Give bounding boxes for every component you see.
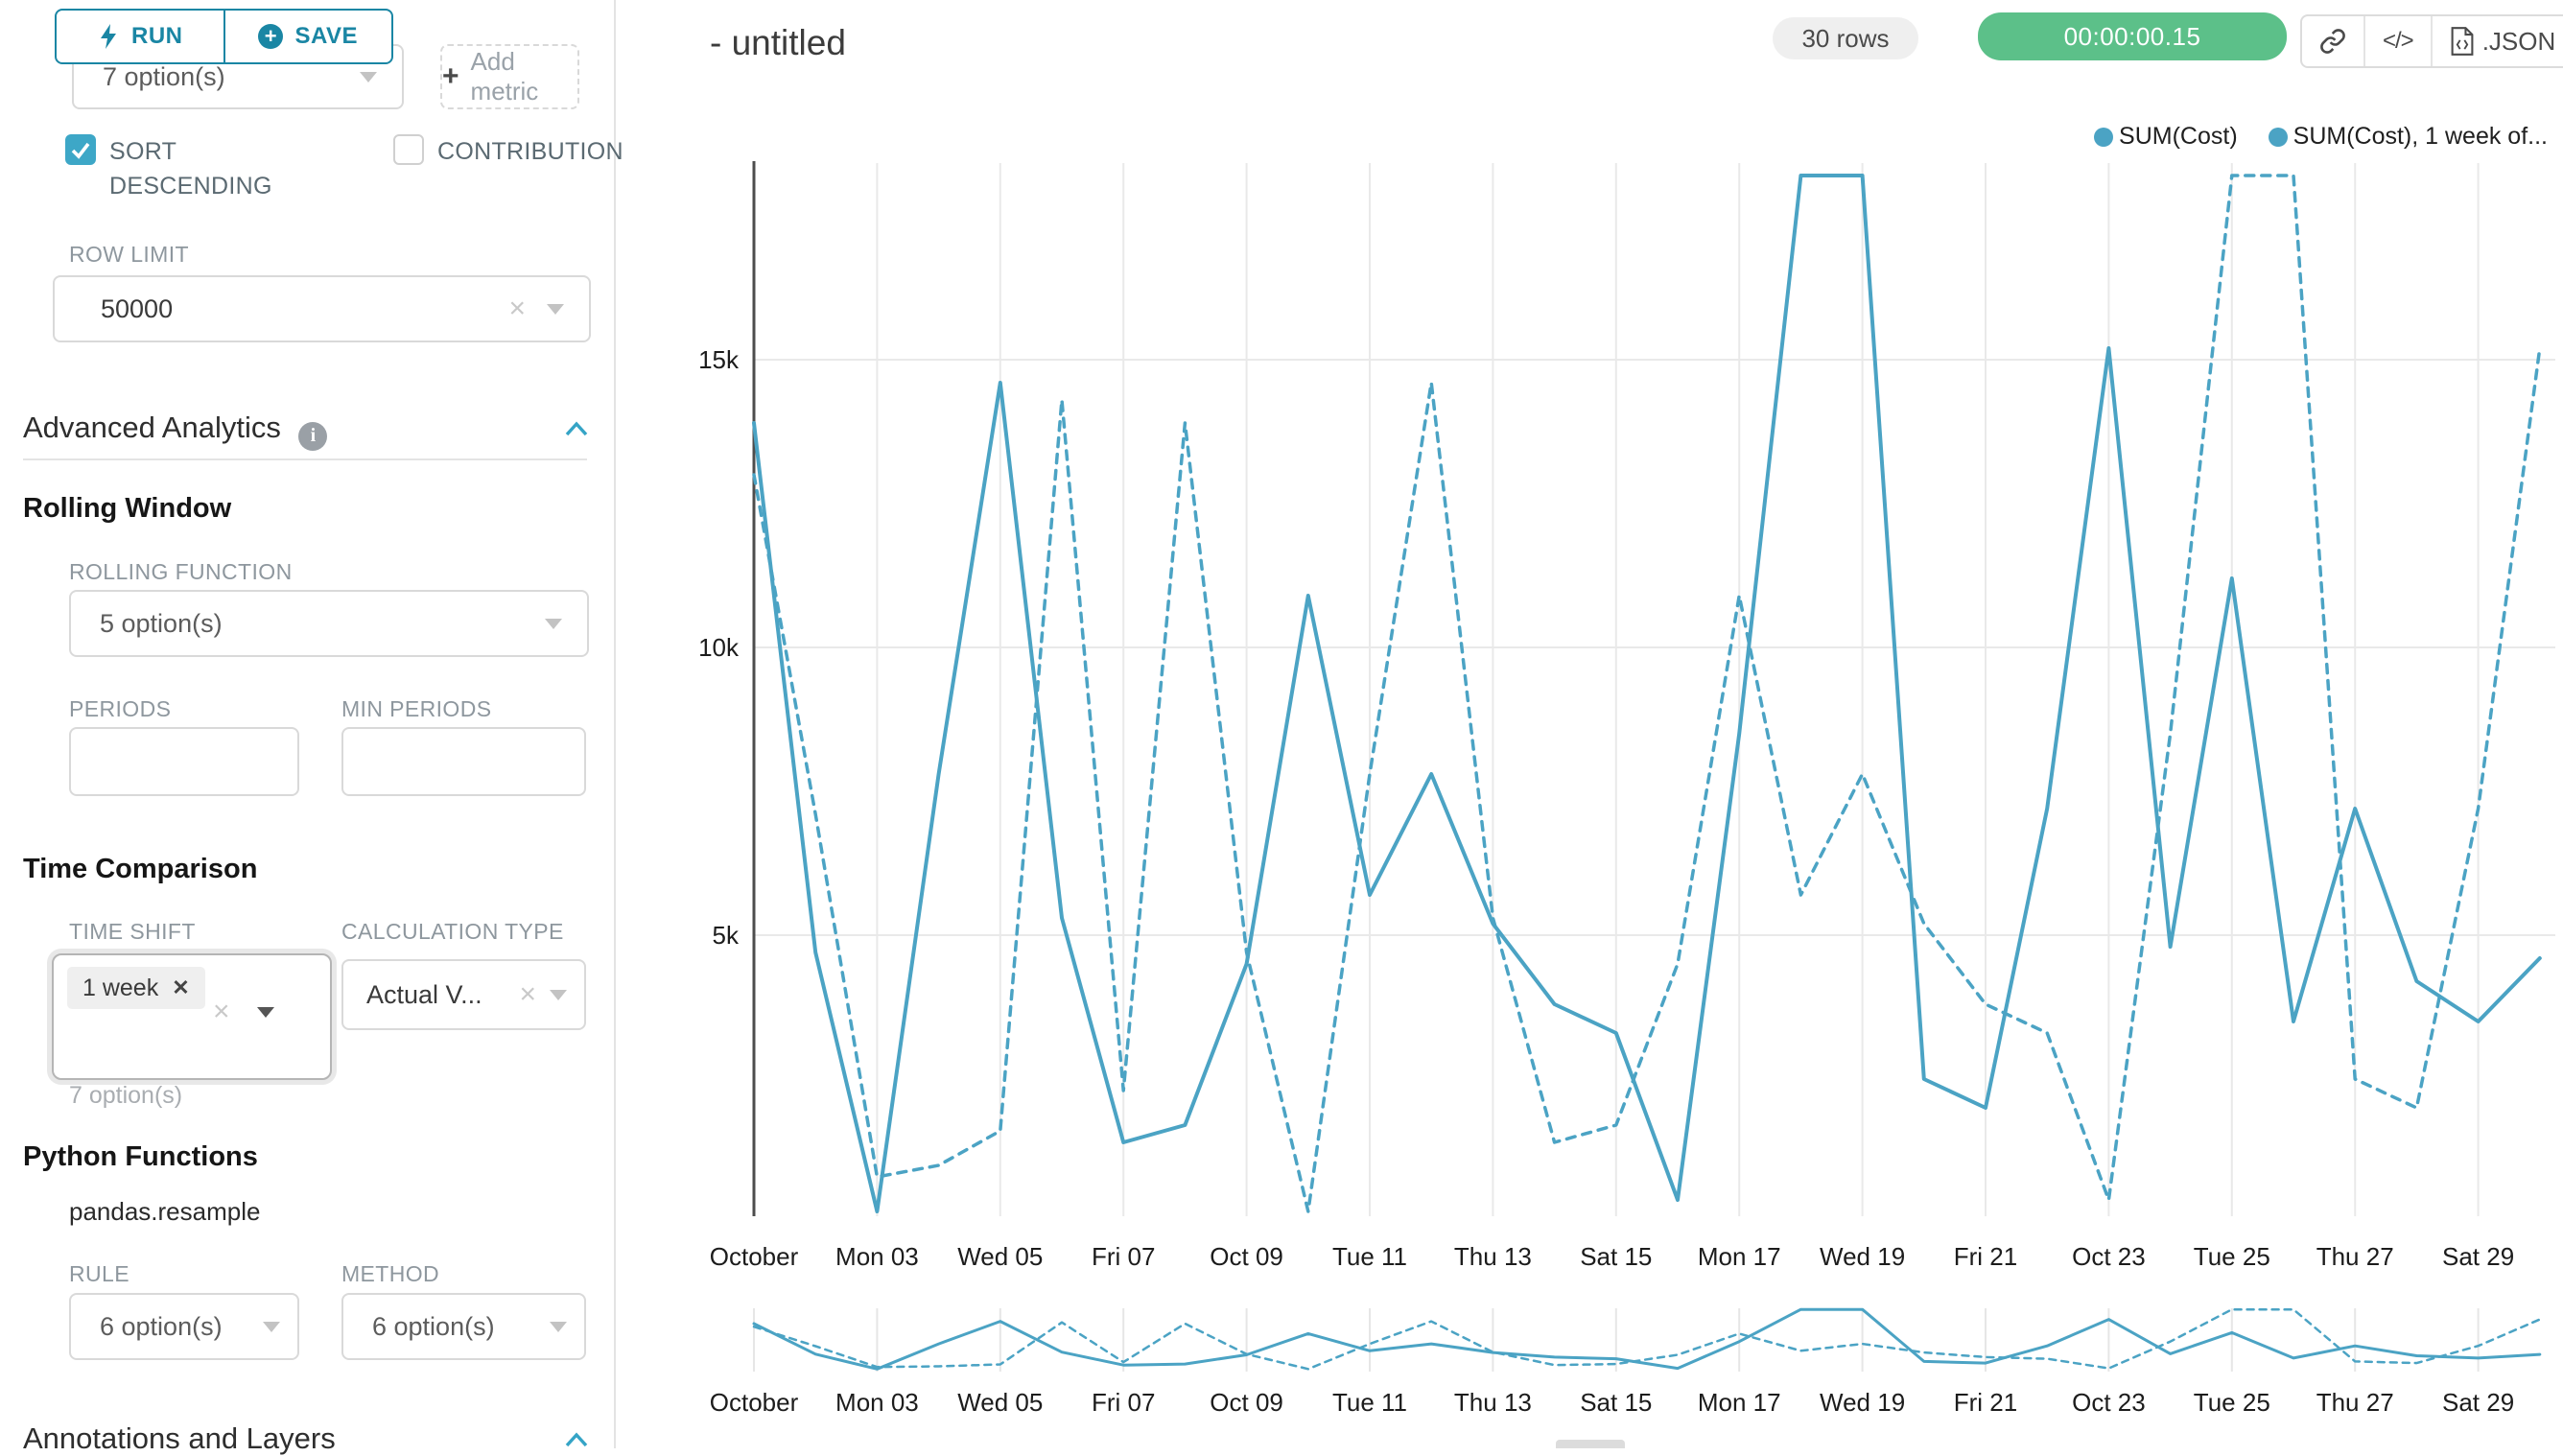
mini-x-tick-label: Thu 27 (2316, 1388, 2394, 1417)
y-axis-tick-label: 10k (698, 633, 740, 662)
x-axis-tick-label: Fri 07 (1092, 1242, 1155, 1271)
x-axis-tick-label: Tue 25 (2194, 1242, 2270, 1271)
mini-x-tick-label: Mon 17 (1698, 1388, 1781, 1417)
run-button[interactable]: RUN (57, 11, 223, 62)
x-axis-tick-label: Thu 27 (2316, 1242, 2394, 1271)
mini-x-tick-label: Oct 23 (2072, 1388, 2146, 1417)
mini-x-tick-label: Thu 13 (1454, 1388, 1532, 1417)
x-axis-tick-label: Fri 21 (1954, 1242, 2017, 1271)
save-label: SAVE (294, 23, 358, 50)
x-axis-tick-label: Sat 29 (2442, 1242, 2514, 1271)
series-line-sum-cost-1-week-offset[interactable] (754, 176, 2540, 1211)
save-button[interactable]: + SAVE (223, 11, 392, 62)
run-save-button-group: RUN + SAVE (55, 9, 393, 64)
x-axis-tick-label: Thu 13 (1454, 1242, 1532, 1271)
x-axis-tick-label: Sat 15 (1580, 1242, 1652, 1271)
y-axis-tick-label: 5k (713, 921, 740, 950)
mini-x-tick-label: Oct 09 (1210, 1388, 1283, 1417)
x-axis-tick-label: Mon 03 (835, 1242, 919, 1271)
mini-x-tick-label: Wed 05 (957, 1388, 1043, 1417)
mini-x-tick-label: Fri 07 (1092, 1388, 1155, 1417)
mini-x-tick-label: Tue 11 (1332, 1388, 1407, 1417)
series-line-sum-cost[interactable] (754, 176, 2540, 1211)
mini-x-tick-label: October (710, 1388, 799, 1417)
x-axis-tick-label: October (710, 1242, 799, 1271)
lightning-icon (97, 23, 120, 50)
y-axis-tick-label: 15k (698, 345, 740, 374)
mini-x-tick-label: Sat 29 (2442, 1388, 2514, 1417)
mini-x-tick-label: Fri 21 (1954, 1388, 2017, 1417)
x-axis-tick-label: Mon 17 (1698, 1242, 1781, 1271)
mini-x-tick-label: Tue 25 (2194, 1388, 2270, 1417)
mini-x-tick-label: Wed 19 (1820, 1388, 1905, 1417)
x-axis-tick-label: Tue 11 (1332, 1242, 1407, 1271)
plus-circle-icon: + (258, 24, 283, 49)
timeseries-chart[interactable]: October October Mon 03 Mon 03 Wed 05 Wed 05 Fr… (0, 0, 2563, 1448)
x-axis-tick-label: Wed 19 (1820, 1242, 1905, 1271)
x-axis-tick-label: Wed 05 (957, 1242, 1043, 1271)
x-axis-tick-label: Oct 09 (1210, 1242, 1283, 1271)
results-pane-drag-handle[interactable] (1556, 1440, 1625, 1448)
mini-x-tick-label: Mon 03 (835, 1388, 919, 1417)
x-axis-tick-label: Oct 23 (2072, 1242, 2146, 1271)
mini-x-tick-label: Sat 15 (1580, 1388, 1652, 1417)
run-label: RUN (131, 23, 183, 50)
mini-series-line-sum-cost-1-week-offset (754, 1309, 2540, 1369)
